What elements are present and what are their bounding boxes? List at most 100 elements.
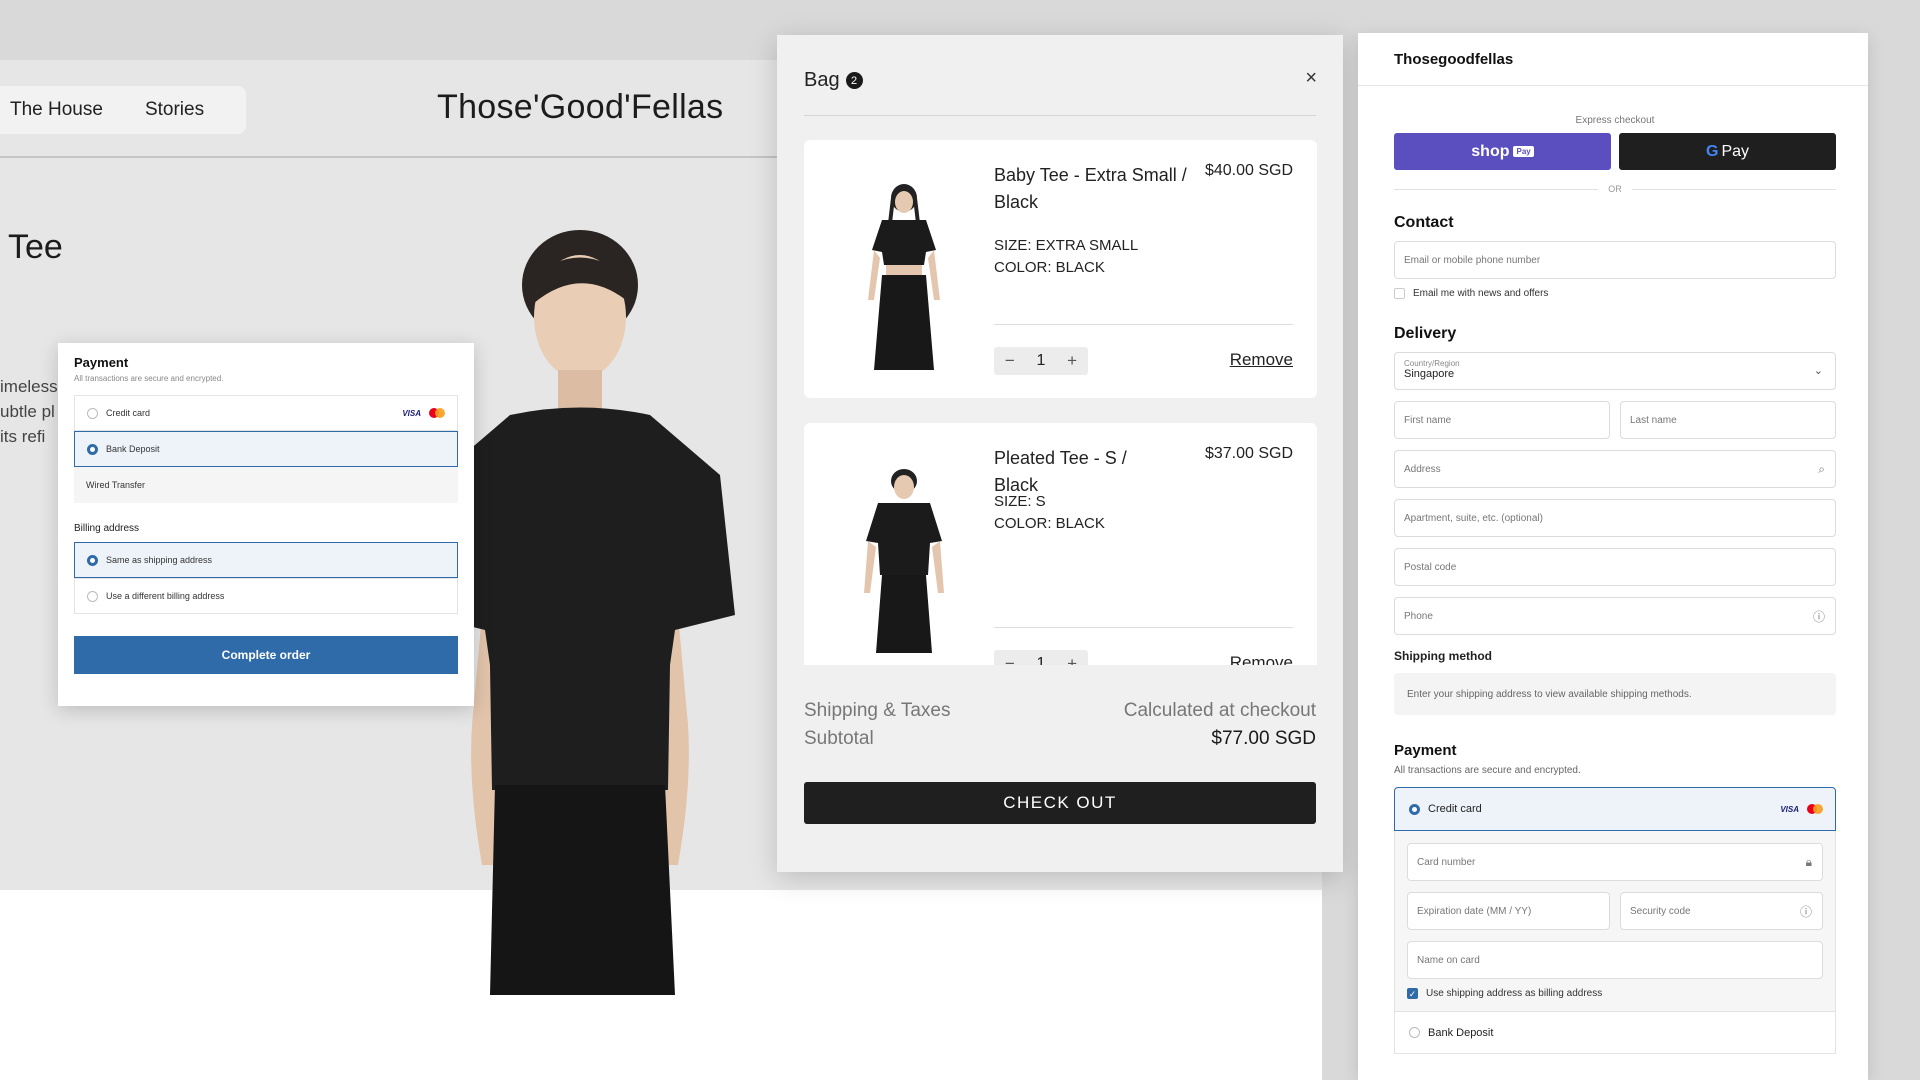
last-name-placeholder: Last name: [1630, 414, 1677, 426]
country-select[interactable]: Country/Region Singapore ⌄: [1394, 352, 1836, 390]
nav-item-stories[interactable]: Stories: [145, 99, 204, 121]
bag-item: Baby Tee - Extra Small / Black $40.00 SG…: [804, 140, 1317, 398]
email-placeholder: Email or mobile phone number: [1404, 254, 1541, 266]
expiration-date-field[interactable]: Expiration date (MM / YY): [1407, 892, 1610, 930]
item-price: $40.00 SGD: [1204, 162, 1293, 179]
bag-header: Bag 2: [804, 69, 863, 92]
postal-code-field[interactable]: Postal code: [1394, 548, 1836, 586]
country-value: Singapore: [1404, 368, 1455, 380]
apartment-field[interactable]: Apartment, suite, etc. (optional): [1394, 499, 1836, 537]
card-number-field[interactable]: Card number 🔒︎: [1407, 843, 1823, 881]
bank-deposit-label: Bank Deposit: [1428, 1026, 1494, 1039]
payment-option-bank-deposit[interactable]: Bank Deposit: [74, 431, 458, 467]
use-shipping-as-billing-row[interactable]: ✓ Use shipping address as billing addres…: [1407, 988, 1823, 999]
product-title: Tee: [8, 228, 63, 266]
divider: [804, 115, 1316, 116]
complete-order-button[interactable]: Complete order: [74, 636, 458, 674]
shop-pay-tag: Pay: [1513, 146, 1534, 157]
or-divider: OR: [1394, 184, 1836, 194]
item-price: $37.00 SGD: [1204, 445, 1293, 462]
subtotal-row: Subtotal $77.00 SGD: [804, 725, 1316, 753]
payment-option-bank-deposit[interactable]: Bank Deposit: [1394, 1012, 1836, 1054]
help-icon[interactable]: ⓘ: [1800, 903, 1812, 920]
subtotal-label: Subtotal: [804, 728, 874, 749]
card-brand-icons: VISA: [402, 408, 445, 418]
visa-icon: VISA: [1780, 804, 1799, 814]
radio-button-selected[interactable]: [87, 554, 98, 566]
close-icon[interactable]: ×: [1305, 67, 1317, 90]
use-shipping-as-billing-checkbox[interactable]: ✓: [1407, 988, 1418, 999]
address-field[interactable]: Address ⌕: [1394, 450, 1836, 488]
increase-quantity-button[interactable]: +: [1067, 351, 1077, 371]
country-label: Country/Region: [1404, 359, 1460, 368]
news-opt-in-checkbox[interactable]: [1394, 288, 1405, 299]
payment-option-label: Credit card: [106, 408, 151, 418]
shop-pay-button[interactable]: shop Pay: [1394, 133, 1611, 170]
product-description-line: its refi: [0, 427, 46, 446]
card-brand-icons: VISA: [1780, 804, 1823, 814]
payment-card-subtitle: All transactions are secure and encrypte…: [74, 374, 224, 383]
google-pay-label: Pay: [1721, 142, 1750, 160]
payment-option-credit-card[interactable]: Credit card VISA: [74, 395, 458, 431]
email-field[interactable]: Email or mobile phone number: [1394, 241, 1836, 279]
phone-placeholder: Phone: [1404, 610, 1433, 622]
brand-logo[interactable]: Those'Good'Fellas: [437, 88, 723, 127]
bag-totals: Shipping & Taxes Calculated at checkout …: [804, 697, 1316, 753]
quantity-stepper: − 1 +: [994, 347, 1088, 375]
product-description-line: imeless: [0, 377, 58, 396]
item-attributes: SIZE: EXTRA SMALL COLOR: BLACK: [994, 235, 1138, 279]
quantity-value: 1: [1036, 352, 1046, 369]
product-thumbnail[interactable]: [844, 463, 964, 653]
product-description-line: ubtle pl: [0, 402, 55, 421]
shipping-method-title: Shipping method: [1394, 649, 1492, 663]
news-opt-in-row[interactable]: Email me with news and offers: [1394, 288, 1836, 299]
payment-option-credit-card[interactable]: Credit card VISA: [1394, 787, 1836, 831]
first-name-field[interactable]: First name: [1394, 401, 1610, 439]
divider: [1358, 85, 1868, 86]
bag-count-badge: 2: [845, 72, 863, 89]
expiration-placeholder: Expiration date (MM / YY): [1417, 905, 1532, 917]
shipping-method-note: Enter your shipping address to view avai…: [1394, 673, 1836, 715]
name-on-card-field[interactable]: Name on card: [1407, 941, 1823, 979]
mastercard-icon: [1807, 804, 1823, 814]
subtotal-value: $77.00 SGD: [1211, 728, 1316, 749]
divider: [994, 324, 1293, 325]
shipping-value: Calculated at checkout: [1123, 700, 1316, 721]
decrease-quantity-button[interactable]: −: [1005, 351, 1015, 371]
name-on-card-placeholder: Name on card: [1417, 954, 1480, 966]
payment-option-wired-transfer[interactable]: Wired Transfer: [74, 467, 458, 503]
billing-option-different[interactable]: Use a different billing address: [74, 578, 458, 614]
last-name-field[interactable]: Last name: [1620, 401, 1836, 439]
google-icon: G: [1705, 142, 1719, 160]
decrease-quantity-button[interactable]: −: [1005, 654, 1015, 665]
billing-option-label: Use a different billing address: [106, 591, 225, 601]
item-name[interactable]: Baby Tee - Extra Small / Black: [994, 162, 1194, 216]
contact-section-title: Contact: [1394, 214, 1454, 231]
google-pay-button[interactable]: G Pay: [1619, 133, 1836, 170]
lock-icon: 🔒︎: [1805, 854, 1812, 869]
shop-pay-label: shop: [1471, 142, 1510, 160]
nav-item-the-house[interactable]: The House: [10, 99, 103, 121]
radio-button[interactable]: [87, 590, 98, 602]
billing-option-same-as-shipping[interactable]: Same as shipping address: [74, 542, 458, 578]
mastercard-icon: [429, 408, 445, 418]
or-label: OR: [1608, 184, 1622, 194]
check-out-button[interactable]: CHECK OUT: [804, 782, 1316, 824]
product-thumbnail[interactable]: [844, 180, 964, 370]
radio-button-selected[interactable]: [87, 443, 98, 455]
radio-button[interactable]: [1409, 1027, 1420, 1038]
card-number-placeholder: Card number: [1417, 856, 1476, 868]
store-name[interactable]: Thosegoodfellas: [1394, 51, 1513, 68]
phone-field[interactable]: Phone ⓘ: [1394, 597, 1836, 635]
item-size: SIZE: S: [994, 493, 1046, 510]
payment-card-title: Payment: [74, 355, 129, 370]
remove-item-link[interactable]: Remove: [1230, 653, 1293, 665]
help-icon[interactable]: ⓘ: [1813, 608, 1825, 625]
increase-quantity-button[interactable]: +: [1067, 654, 1077, 665]
use-shipping-as-billing-label: Use shipping address as billing address: [1426, 988, 1603, 999]
security-code-field[interactable]: Security code ⓘ: [1620, 892, 1823, 930]
checkout-page: Thosegoodfellas Express checkout shop Pa…: [1358, 33, 1868, 1080]
remove-item-link[interactable]: Remove: [1230, 350, 1293, 370]
radio-button[interactable]: [87, 407, 98, 419]
radio-button-selected[interactable]: [1409, 803, 1420, 815]
